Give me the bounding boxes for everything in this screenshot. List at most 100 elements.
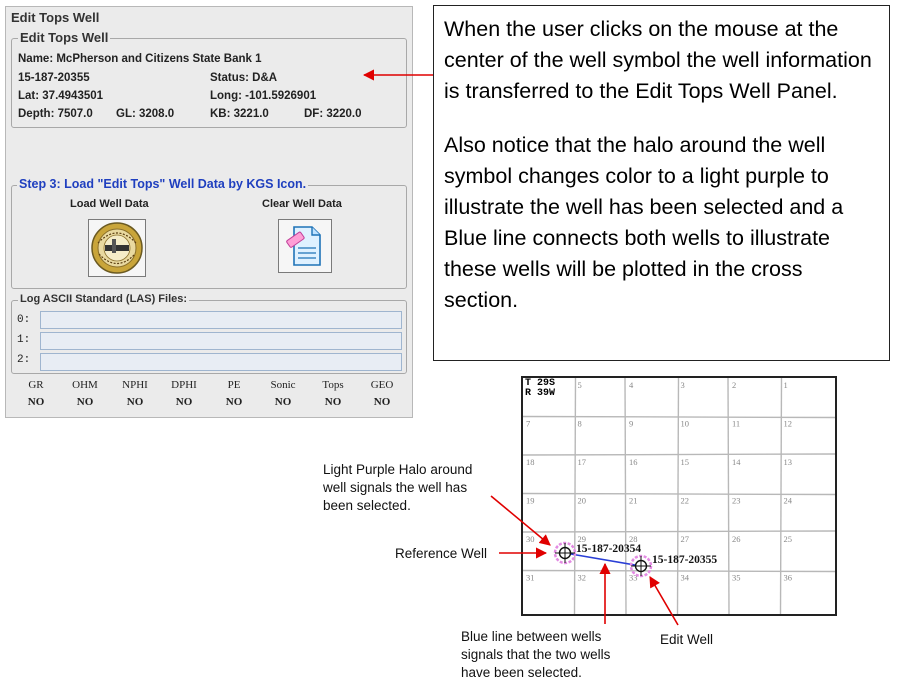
halo-note-line-2: well signals the well has [323, 480, 468, 495]
halo-note-line-1: Light Purple Halo around [323, 462, 473, 477]
section-number: 21 [629, 496, 638, 506]
las-file-field-2[interactable] [40, 353, 402, 371]
blue-line-note-line-2: signals that the two wells [461, 647, 611, 662]
section-line-horizontal [523, 569, 835, 573]
col-value-ohm: NO [76, 396, 94, 408]
col-header-ohm: OHM [72, 379, 98, 391]
township-map[interactable]: 5 4 3 2 1 7 8 9 10 11 12 18 17 16 15 14 13 19 20 21 22 23 24 30… [521, 376, 837, 616]
section-number: 7 [526, 419, 530, 429]
halo-note-line-3: been selected. [323, 498, 411, 513]
township-grid: 5 4 3 2 17 8 9 10 11 1218 17 16 15 14 1319 20 21 22 23 2430… [523, 378, 835, 614]
section-line-vertical [727, 378, 730, 614]
explanation-callout: When the user clicks on the mouse at the… [433, 5, 890, 361]
las-files-title: Log ASCII Standard (LAS) Files: [18, 293, 190, 305]
section-number: 24 [784, 496, 793, 506]
section-number: 36 [784, 573, 793, 583]
well-long: Long: -101.5926901 [210, 90, 317, 102]
section-number: 8 [578, 419, 582, 429]
well-info-title: Edit Tops Well [18, 30, 111, 45]
section-number: 9 [629, 419, 633, 429]
section-number: 35 [732, 573, 741, 583]
section-number: 12 [784, 419, 793, 429]
section-number: 18 [526, 457, 535, 467]
col-header-sonic: Sonic [270, 379, 296, 391]
section-number: 14 [732, 457, 741, 467]
well-info-group: Edit Tops Well Name: McPherson and Citiz… [11, 30, 407, 128]
section-number: 16 [629, 457, 638, 467]
section-line-vertical [779, 378, 783, 614]
blue-line-note-line-3: have been selected. [461, 665, 582, 680]
well-api: 15-187-20355 [18, 72, 90, 84]
well-status: Status: D&A [210, 72, 278, 84]
col-value-geo: NO [373, 396, 391, 408]
blue-line-note: Blue line between wells signals that the… [461, 628, 610, 682]
las-file-field-1[interactable] [40, 332, 402, 350]
section-number: 23 [732, 496, 741, 506]
las-file-field-0[interactable] [40, 311, 402, 329]
callout-paragraph-2: Also notice that the halo around the wel… [444, 133, 844, 312]
section-number: 10 [681, 419, 690, 429]
clear-well-data-label: Clear Well Data [262, 198, 342, 210]
col-header-gr: GR [28, 379, 44, 391]
section-line-horizontal [523, 492, 835, 496]
col-value-tops: NO [324, 396, 342, 408]
clear-document-icon [286, 226, 321, 266]
section-number: 30 [526, 534, 535, 544]
township-label: T 29S R 39W [525, 379, 555, 399]
well-kb: KB: 3221.0 [210, 108, 269, 120]
section-number: 13 [784, 457, 793, 467]
col-value-dphi: NO [175, 396, 193, 408]
reference-well-note: Reference Well [395, 546, 488, 561]
col-header-geo: GEO [370, 379, 394, 391]
col-value-nphi: NO [126, 396, 144, 408]
section-number: 31 [526, 573, 535, 583]
edit-tops-well-panel: Edit Tops Well Edit Tops Well Name: McPh… [5, 6, 413, 418]
section-number: 34 [681, 573, 690, 583]
section-line-vertical [676, 378, 680, 614]
blue-line-note-line-1: Blue line between wells [461, 629, 602, 644]
edit-well-label: 15-187-20355 [652, 554, 717, 566]
section-line-vertical [624, 378, 627, 614]
section-number: 1 [784, 380, 788, 390]
section-number: 11 [732, 419, 740, 429]
section-number: 26 [732, 534, 741, 544]
col-header-tops: Tops [322, 379, 344, 391]
section-number: 17 [578, 457, 587, 467]
step3-title: Step 3: Load "Edit Tops" Well Data by KG… [17, 177, 309, 191]
section-number: 3 [681, 380, 685, 390]
callout-paragraph-1: When the user clicks on the mouse at the… [444, 17, 872, 103]
col-value-sonic: NO [274, 396, 292, 408]
section-number: 19 [526, 496, 535, 506]
section-line-horizontal [523, 530, 835, 533]
section-number: 4 [629, 380, 634, 390]
col-header-pe: PE [227, 379, 241, 391]
col-header-dphi: DPHI [171, 379, 197, 391]
step3-group: Step 3: Load "Edit Tops" Well Data by KG… [11, 177, 407, 289]
well-depth: Depth: 7507.0 [18, 108, 93, 120]
panel-title: Edit Tops Well [9, 10, 102, 25]
section-number: 15 [681, 457, 690, 467]
section-number: 2 [732, 380, 736, 390]
load-well-data-button[interactable] [88, 219, 146, 277]
las-row-label-0: 0: [17, 314, 31, 326]
las-row-label-2: 2: [17, 354, 31, 366]
clear-well-data-button[interactable] [278, 219, 332, 273]
well-name: Name: McPherson and Citizens State Bank … [18, 53, 262, 65]
halo-note: Light Purple Halo around well signals th… [323, 461, 472, 515]
section-line-vertical [573, 378, 577, 614]
load-well-data-label: Load Well Data [70, 198, 149, 210]
section-number: 27 [681, 534, 690, 544]
section-number: 32 [578, 573, 587, 583]
col-value-pe: NO [225, 396, 243, 408]
section-number: 5 [578, 380, 582, 390]
well-df: DF: 3220.0 [304, 108, 362, 120]
section-number: 22 [681, 496, 690, 506]
las-files-group: Log ASCII Standard (LAS) Files: 0: 1: 2: [11, 293, 407, 374]
well-lat: Lat: 37.4943501 [18, 90, 104, 102]
section-number: 20 [578, 496, 587, 506]
edit-well-note: Edit Well [660, 632, 714, 647]
well-gl: GL: 3208.0 [116, 108, 175, 120]
section-line-horizontal [523, 453, 835, 456]
reference-well-label: 15-187-20354 [576, 543, 641, 555]
kgs-seal-icon [91, 222, 143, 274]
